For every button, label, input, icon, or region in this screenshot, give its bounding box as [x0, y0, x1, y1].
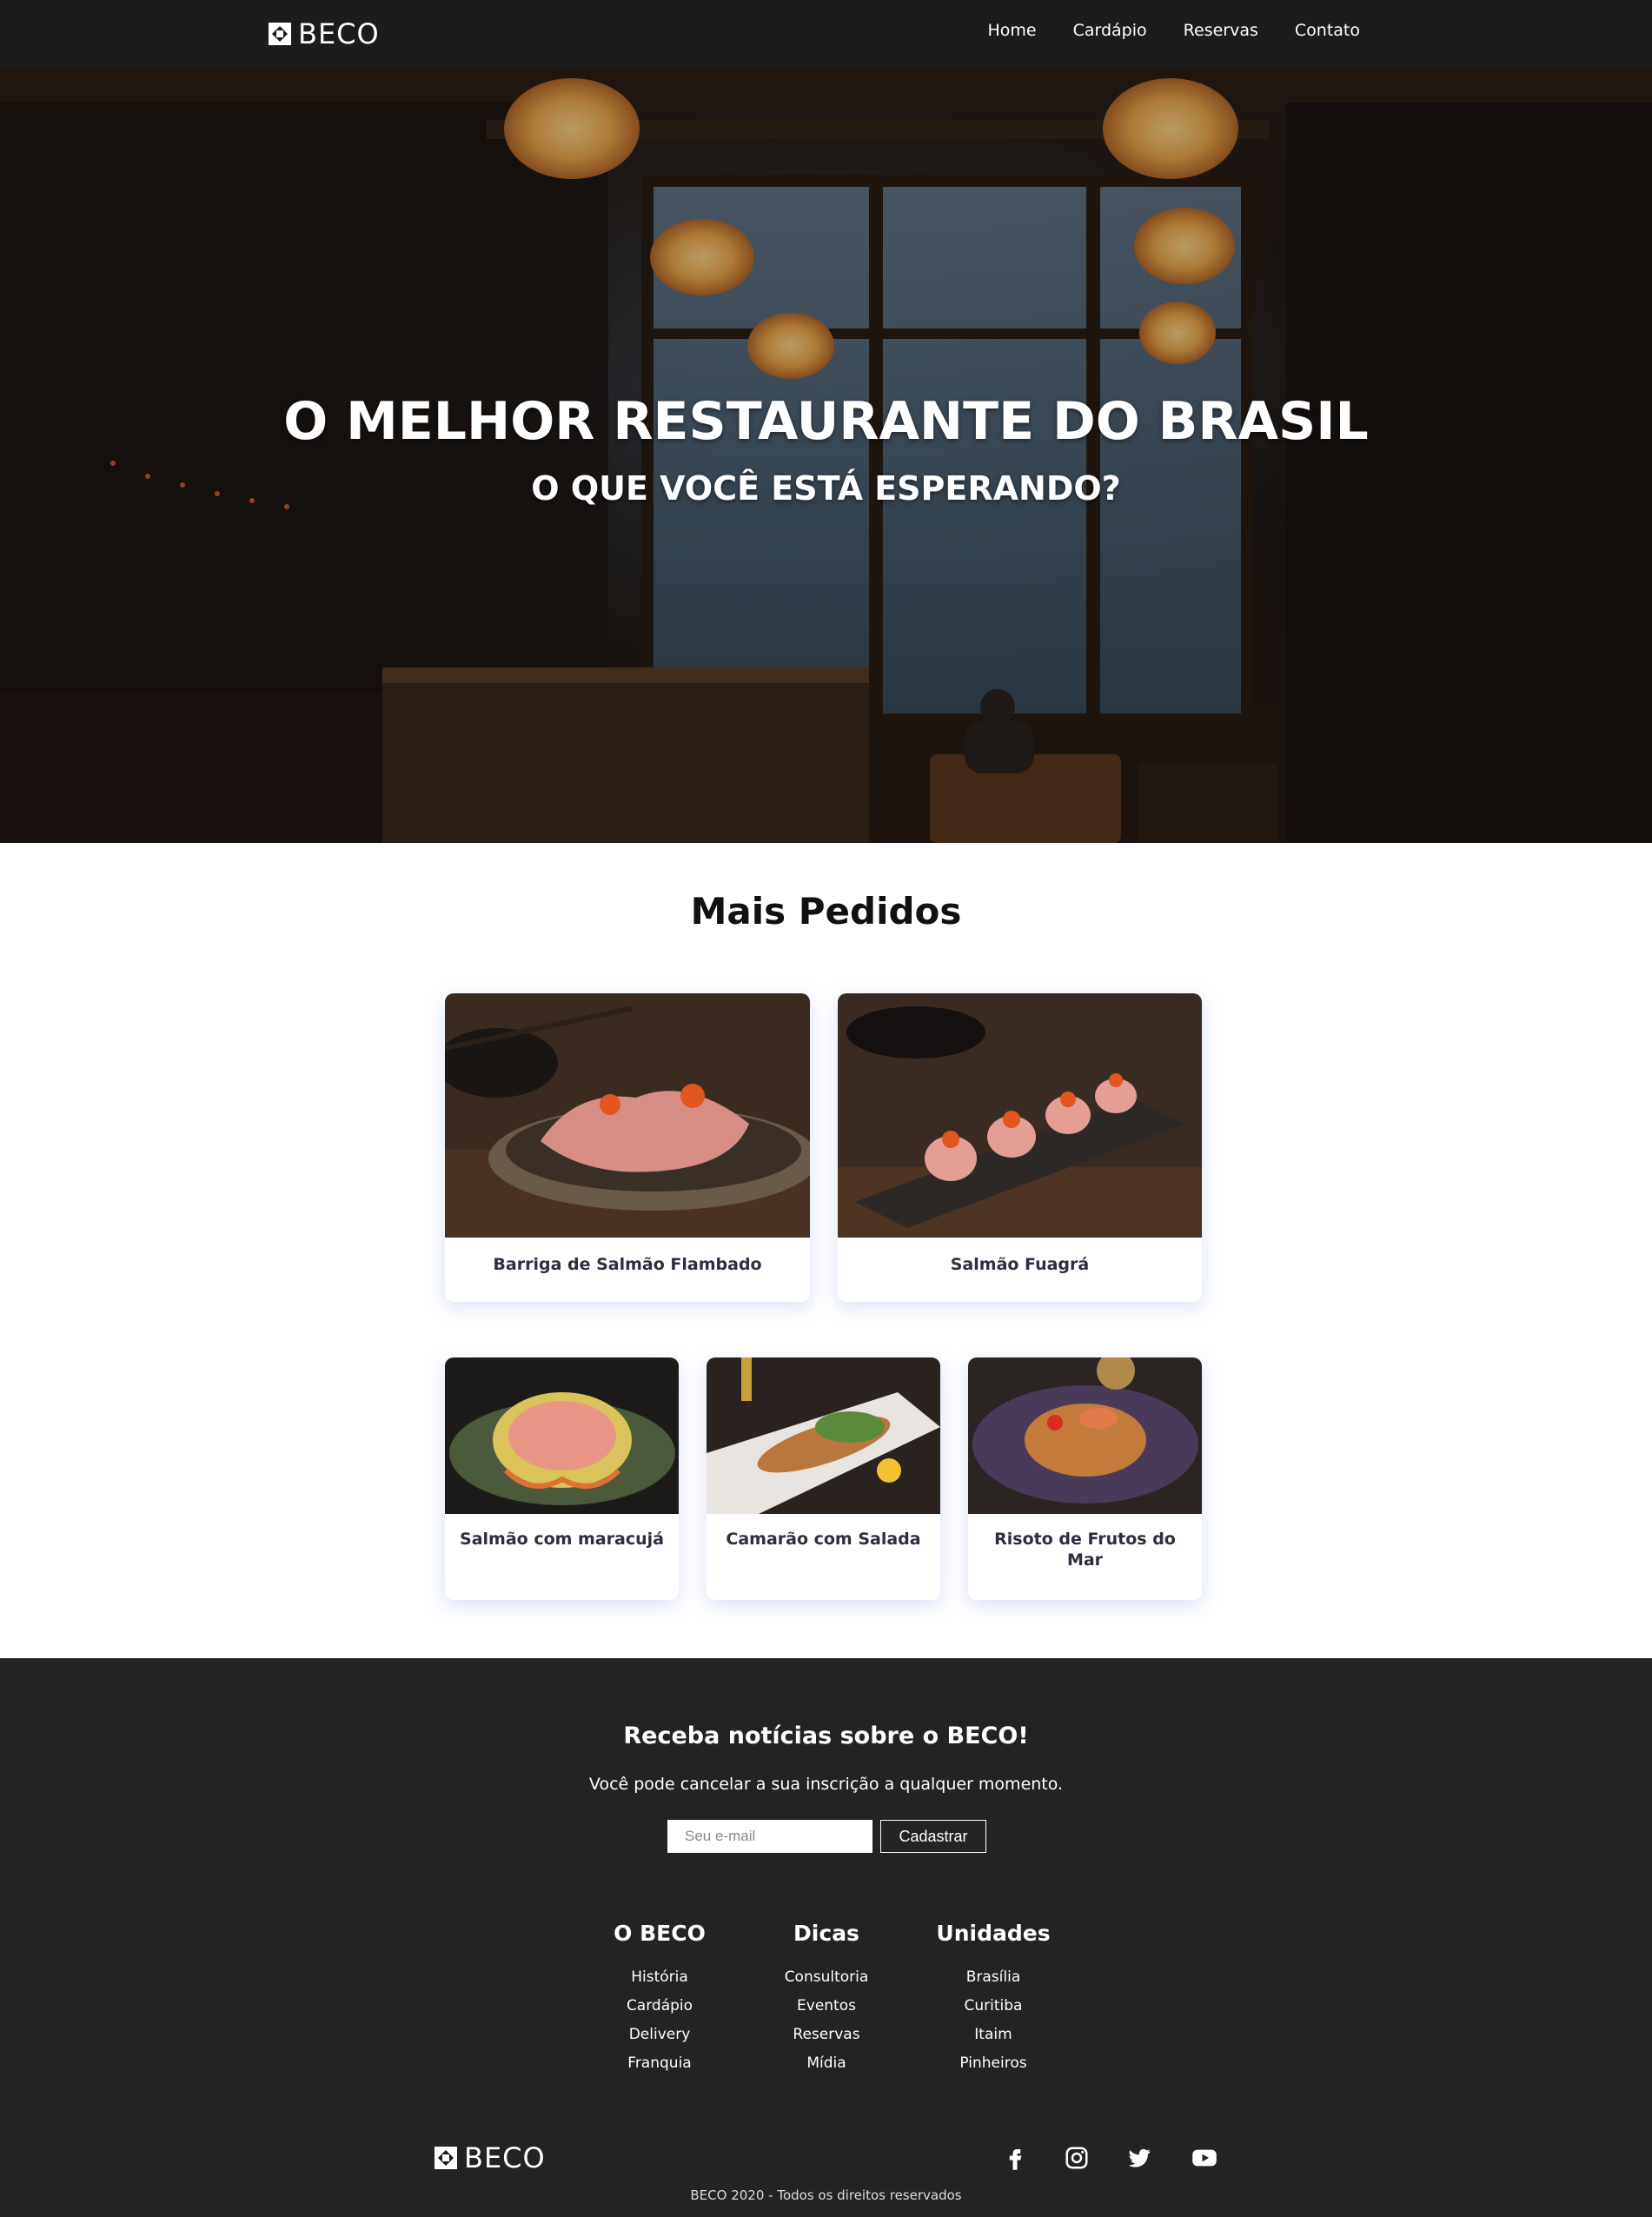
dish-photo: [968, 1357, 1202, 1514]
instagram-icon[interactable]: [1064, 2145, 1090, 2171]
hero-subtitle: O QUE VOCÊ ESTÁ ESPERANDO?: [531, 469, 1121, 508]
email-input[interactable]: [667, 1820, 872, 1853]
dish-photo: [445, 1357, 679, 1514]
dish-name: Salmão Fuagrá: [950, 1255, 1090, 1274]
dish-card[interactable]: Camarão com Salada: [707, 1357, 940, 1600]
footer-column-title: Unidades: [936, 1921, 1051, 1946]
footer-column-title: Dicas: [793, 1921, 859, 1946]
hero-title: O MELHOR RESTAURANTE DO BRASIL: [283, 391, 1369, 452]
copyright-text: BECO 2020 - Todos os direitos reservados: [690, 2187, 962, 2203]
footer: Receba notícias sobre o BECO! Você pode …: [0, 1658, 1652, 2217]
footer-link-consultoria[interactable]: Consultoria: [740, 1963, 913, 1992]
footer-link-franquia[interactable]: Franquia: [573, 2049, 746, 2078]
footer-link-midia[interactable]: Mídia: [740, 2049, 913, 2078]
footer-link-curitiba[interactable]: Curitiba: [906, 1992, 1080, 2021]
dish-photo: [445, 993, 810, 1238]
nav-link-home[interactable]: Home: [987, 21, 1036, 40]
footer-column-title: O BECO: [614, 1921, 706, 1946]
dish-name: Salmão com maracujá: [460, 1530, 664, 1549]
top-navbar: BECO Home Cardápio Reservas Contato: [0, 0, 1652, 68]
dish-card[interactable]: Salmão Fuagrá: [838, 993, 1202, 1302]
footer-link-eventos[interactable]: Eventos: [740, 1992, 913, 2021]
footer-link-delivery[interactable]: Delivery: [573, 2021, 746, 2049]
footer-link-cardapio[interactable]: Cardápio: [573, 1992, 746, 2021]
brand-logo[interactable]: BECO: [269, 17, 380, 50]
section-title: Mais Pedidos: [690, 890, 962, 933]
dish-name: Barriga de Salmão Flambado: [493, 1255, 762, 1274]
dish-card[interactable]: Risoto de Frutos do Mar: [968, 1357, 1202, 1600]
youtube-icon[interactable]: [1191, 2145, 1217, 2171]
footer-column-obeco: O BECO História Cardápio Delivery Franqu…: [573, 1921, 746, 2078]
beco-logo-icon: [269, 23, 291, 45]
dish-photo: [707, 1357, 940, 1514]
hero-banner: O MELHOR RESTAURANTE DO BRASIL O QUE VOC…: [0, 68, 1652, 843]
footer-brand-name: BECO: [464, 2141, 546, 2174]
facebook-icon[interactable]: [1002, 2145, 1028, 2171]
nav-link-cardapio[interactable]: Cardápio: [1073, 21, 1147, 40]
footer-link-historia[interactable]: História: [573, 1963, 746, 1992]
nav-link-reservas[interactable]: Reservas: [1184, 21, 1258, 40]
dish-card[interactable]: Salmão com maracujá: [445, 1357, 679, 1600]
footer-brand-logo[interactable]: BECO: [435, 2141, 546, 2174]
dish-photo: [838, 993, 1202, 1238]
footer-column-unidades: Unidades Brasília Curitiba Itaim Pinheir…: [906, 1921, 1080, 2078]
beco-logo-icon: [435, 2147, 457, 2169]
dish-name: Risoto de Frutos do Mar: [994, 1530, 1176, 1570]
footer-link-itaim[interactable]: Itaim: [906, 2021, 1080, 2049]
footer-link-reservas[interactable]: Reservas: [740, 2021, 913, 2049]
nav-menu: Home Cardápio Reservas Contato: [987, 21, 1360, 40]
nav-link-contato[interactable]: Contato: [1295, 21, 1360, 40]
footer-column-dicas: Dicas Consultoria Eventos Reservas Mídia: [740, 1921, 913, 2078]
dish-name: Camarão com Salada: [726, 1530, 921, 1549]
footer-link-brasilia[interactable]: Brasília: [906, 1963, 1080, 1992]
brand-name: BECO: [298, 17, 380, 50]
subscribe-button[interactable]: Cadastrar: [880, 1820, 986, 1853]
newsletter-text: Você pode cancelar a sua inscrição a qua…: [588, 1775, 1064, 1794]
dish-card[interactable]: Barriga de Salmão Flambado: [445, 993, 810, 1302]
twitter-icon[interactable]: [1126, 2145, 1152, 2171]
newsletter-title: Receba notícias sobre o BECO!: [623, 1722, 1029, 1749]
restaurant-interior-photo: [0, 68, 1652, 843]
footer-link-pinheiros[interactable]: Pinheiros: [906, 2049, 1080, 2078]
